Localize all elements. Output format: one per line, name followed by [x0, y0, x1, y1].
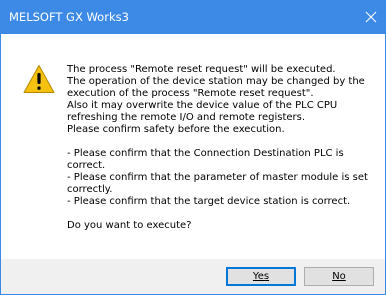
message-line: execution of the process "Remote reset r… — [67, 88, 314, 99]
no-button[interactable]: No — [304, 267, 374, 286]
message-line: Also it may overwrite the device value o… — [67, 100, 338, 111]
button-bar: Yes No — [1, 259, 385, 294]
message-line: correct. — [67, 160, 106, 171]
title-bar: MELSOFT GX Works3 — [1, 1, 385, 34]
dialog-message: The process "Remote reset request" will … — [67, 64, 379, 232]
window-title: MELSOFT GX Works3 — [9, 10, 129, 24]
message-line: - Please confirm that the parameter of m… — [67, 172, 368, 183]
message-spacer — [67, 136, 379, 148]
no-button-label: No — [332, 271, 346, 282]
message-spacer — [67, 208, 379, 220]
close-icon[interactable] — [365, 11, 377, 23]
warning-icon — [23, 65, 55, 93]
yes-button-label: Yes — [252, 271, 270, 282]
message-line: The process "Remote reset request" will … — [67, 64, 336, 75]
message-line: refreshing the remote I/O and remote reg… — [67, 112, 306, 123]
message-dialog: MELSOFT GX Works3 The process "Remote re… — [0, 0, 386, 295]
message-line: Please confirm safety before the executi… — [67, 124, 285, 135]
yes-button[interactable]: Yes — [226, 267, 296, 286]
message-line: Do you want to execute? — [67, 220, 192, 231]
message-line: The operation of the device station may … — [67, 76, 365, 87]
message-line: - Please confirm that the target device … — [67, 196, 351, 207]
message-line: - Please confirm that the Connection Des… — [67, 148, 344, 159]
message-line: correctly. — [67, 184, 113, 195]
